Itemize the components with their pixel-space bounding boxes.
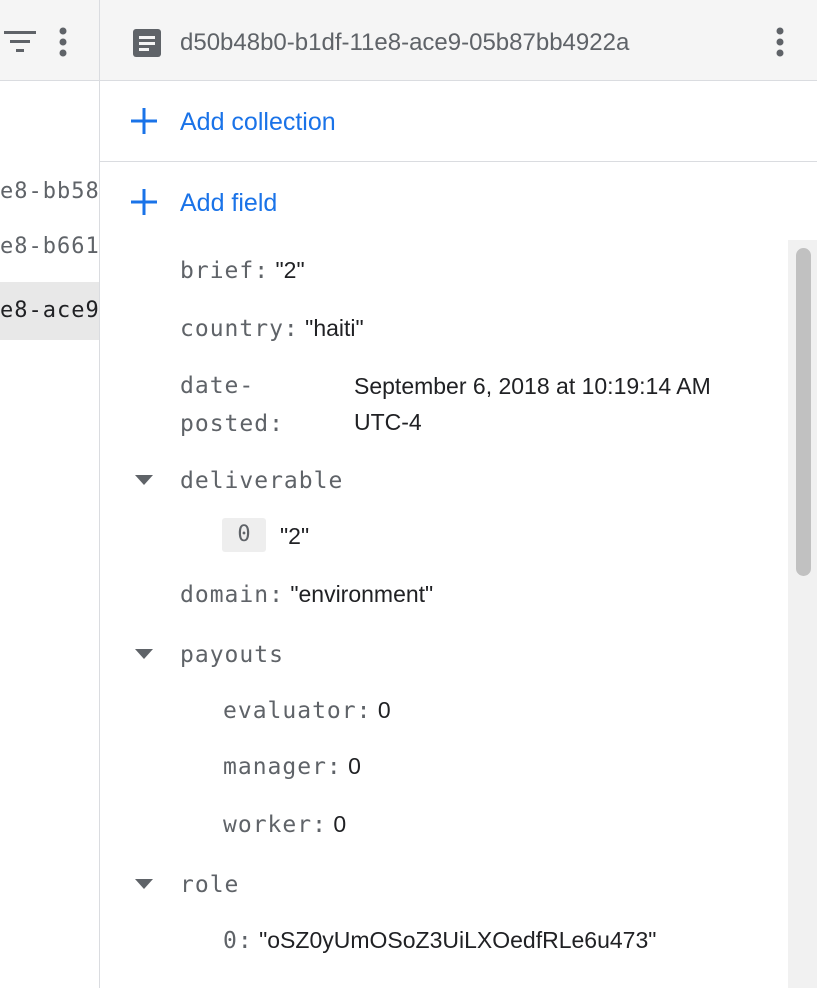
field-row-evaluator[interactable]: evaluator: 0	[223, 694, 391, 727]
field-key: brief:	[180, 258, 270, 284]
array-index-chip: 0	[222, 518, 266, 552]
caret-down-icon[interactable]	[135, 648, 153, 660]
plus-icon	[131, 108, 157, 134]
field-key: evaluator:	[223, 698, 372, 724]
field-value: "2"	[275, 257, 305, 283]
field-value: "haiti"	[305, 315, 364, 341]
field-key: deliverable	[180, 468, 344, 494]
field-row-worker[interactable]: worker: 0	[223, 808, 346, 841]
document-list-item[interactable]: e8-b661	[0, 225, 99, 282]
plus-icon	[131, 189, 157, 215]
field-value: September 6, 2018 at 10:19:14 AM	[354, 373, 711, 399]
field-key: 0:	[223, 928, 253, 954]
document-fields: brief: "2" country: "haiti" date- posted…	[100, 240, 789, 988]
field-key: country:	[180, 316, 299, 342]
field-value: "2"	[280, 523, 310, 549]
field-row-manager[interactable]: manager: 0	[223, 750, 361, 783]
field-row-role-0[interactable]: 0: "oSZ0yUmOSoZ3UiLXOedfRLe6u473"	[223, 924, 656, 957]
add-field-label: Add field	[180, 189, 278, 217]
field-key: domain:	[180, 582, 284, 608]
collection-documents-pane: e8-bb58 e8-b661 e8-ace9	[0, 0, 100, 988]
field-row-brief[interactable]: brief: "2"	[180, 254, 305, 287]
field-row-country[interactable]: country: "haiti"	[180, 312, 364, 345]
field-key: posted:	[180, 411, 284, 437]
caret-down-icon[interactable]	[135, 474, 153, 486]
field-key: payouts	[180, 642, 284, 668]
filter-icon[interactable]	[2, 28, 38, 54]
document-list: e8-bb58 e8-b661 e8-ace9	[0, 168, 99, 340]
field-row-role[interactable]: role	[180, 868, 239, 901]
fields-scrollbar[interactable]	[788, 240, 817, 988]
field-key: date-	[180, 373, 255, 399]
document-header: d50b48b0-b1df-11e8-ace9-05b87bb4922a	[100, 0, 818, 81]
field-value: "environment"	[290, 581, 434, 607]
documents-pane-header	[0, 0, 99, 81]
more-vert-icon[interactable]	[55, 26, 71, 58]
document-list-item-selected[interactable]: e8-ace9	[0, 282, 99, 340]
document-list-item[interactable]: e8-bb58	[0, 168, 99, 225]
document-icon	[133, 29, 161, 57]
field-row-domain[interactable]: domain: "environment"	[180, 578, 433, 611]
caret-down-icon[interactable]	[135, 878, 153, 890]
add-field-button[interactable]: Add field	[100, 162, 818, 240]
array-item-value[interactable]: "2"	[280, 520, 309, 552]
field-value: 0	[348, 753, 361, 779]
more-vert-icon[interactable]	[772, 26, 788, 58]
field-value: 0	[333, 811, 347, 837]
scrollbar-thumb[interactable]	[796, 248, 811, 576]
field-row-deliverable[interactable]: deliverable	[180, 464, 343, 497]
field-key: worker:	[223, 812, 327, 838]
add-collection-button[interactable]: Add collection	[100, 81, 818, 162]
add-collection-label: Add collection	[180, 108, 336, 136]
field-key: role	[180, 872, 240, 898]
field-key: manager:	[223, 754, 342, 780]
right-edge	[817, 0, 828, 988]
field-value: UTC-4	[354, 409, 422, 435]
field-value: 0	[377, 697, 391, 723]
field-row-payouts[interactable]: payouts	[180, 638, 284, 671]
field-value: "oSZ0yUmOSoZ3UiLXOedfRLe6u473"	[259, 927, 657, 953]
document-id-title: d50b48b0-b1df-11e8-ace9-05b87bb4922a	[180, 29, 630, 56]
